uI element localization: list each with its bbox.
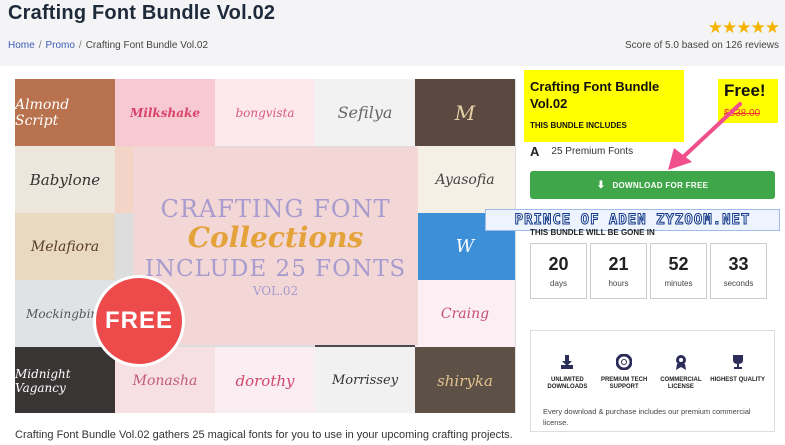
product-description: Crafting Font Bundle Vol.02 gathers 25 m… xyxy=(15,429,513,441)
countdown-unit: hours xyxy=(608,279,629,288)
countdown-value: 21 xyxy=(608,254,629,274)
feature-commercial-license: COMMERCIAL LICENSE xyxy=(653,353,708,391)
font-letter-icon: A xyxy=(530,144,540,159)
free-label: Free! xyxy=(724,81,766,100)
rating-stars: ★★★★★ xyxy=(707,18,780,37)
breadcrumb: Home / Promo / Crafting Font Bundle Vol.02 xyxy=(8,40,208,51)
feature-unlimited-downloads: UNLIMITED DOWNLOADS xyxy=(540,353,595,391)
feature-premium-support: PREMIUM TECH SUPPORT xyxy=(597,353,652,391)
features-note: Every download & purchase includes our p… xyxy=(543,407,751,427)
preview-tile: Milkshake xyxy=(115,79,215,146)
fonts-count: 25 Premium Fonts xyxy=(551,146,634,157)
breadcrumb-home-link[interactable]: Home xyxy=(8,40,35,51)
download-button-label: DOWNLOAD FOR FREE xyxy=(612,180,709,190)
download-icon xyxy=(558,353,576,371)
preview-tile: M xyxy=(415,79,515,146)
breadcrumb-separator: / xyxy=(38,40,42,51)
countdown-timer: 20 days 21 hours 52 minutes 33 seconds xyxy=(530,243,767,299)
download-icon: ⬇ xyxy=(596,179,606,191)
preview-tile: Ayasofia xyxy=(415,146,515,213)
countdown-value: 33 xyxy=(728,254,749,274)
countdown-unit: seconds xyxy=(723,279,754,288)
countdown-unit: minutes xyxy=(664,279,693,288)
preview-tile: shiryka xyxy=(415,347,515,413)
feature-label: COMMERCIAL LICENSE xyxy=(660,377,702,390)
countdown-hours: 21 hours xyxy=(590,243,647,299)
countdown-value: 20 xyxy=(548,254,569,274)
cover-line: INCLUDE 25 FONTS xyxy=(144,255,407,282)
trophy-icon xyxy=(729,353,747,371)
preview-tile: Midnight Vagancy xyxy=(15,347,115,413)
countdown-label: THIS BUNDLE WILL BE GONE IN xyxy=(530,228,655,237)
preview-tile: Almond Script xyxy=(15,79,115,146)
preview-tile: dorothy xyxy=(215,347,315,413)
fonts-included: A 25 Premium Fonts xyxy=(530,144,633,159)
feature-label: HIGHEST QUALITY xyxy=(710,377,765,383)
preview-tile: Melafiora xyxy=(15,213,115,280)
bundle-title: Crafting Font Bundle Vol.02 xyxy=(530,79,660,111)
cover-line: Collections xyxy=(187,220,364,254)
countdown-value: 52 xyxy=(668,254,689,274)
countdown-unit: days xyxy=(550,279,567,288)
countdown-minutes: 52 minutes xyxy=(650,243,707,299)
preview-tile: Sefilya xyxy=(315,79,415,146)
review-score: Score of 5.0 based on 126 reviews xyxy=(625,40,779,51)
preview-tile: Morrissey xyxy=(315,347,415,413)
download-free-button[interactable]: ⬇ DOWNLOAD FOR FREE xyxy=(530,171,775,199)
feature-label: UNLIMITED DOWNLOADS xyxy=(547,377,588,390)
lifebuoy-icon xyxy=(615,353,633,371)
countdown-days: 20 days xyxy=(530,243,587,299)
breadcrumb-separator: / xyxy=(78,40,82,51)
award-icon xyxy=(672,353,690,371)
arrow-annotation-icon xyxy=(668,102,742,170)
free-badge: FREE xyxy=(93,275,185,367)
preview-tile: Craing xyxy=(415,280,515,347)
breadcrumb-promo-link[interactable]: Promo xyxy=(45,40,74,51)
product-preview-image[interactable]: Almond Script Milkshake bongvista Sefily… xyxy=(15,79,516,413)
features-box: UNLIMITED DOWNLOADS PREMIUM TECH SUPPORT… xyxy=(530,330,775,432)
feature-highest-quality: HIGHEST QUALITY xyxy=(710,353,765,391)
breadcrumb-current: Crafting Font Bundle Vol.02 xyxy=(85,40,209,51)
cover-line: CRAFTING FONT xyxy=(160,194,391,223)
page-title: Crafting Font Bundle Vol.02 xyxy=(8,2,276,24)
countdown-seconds: 33 seconds xyxy=(710,243,767,299)
preview-tile: bongvista xyxy=(215,79,315,146)
cover-line: VOL.02 xyxy=(252,283,299,298)
bundle-includes-label: THIS BUNDLE INCLUDES xyxy=(530,121,627,130)
preview-tile: Babylone xyxy=(15,146,115,213)
feature-label: PREMIUM TECH SUPPORT xyxy=(600,377,648,390)
